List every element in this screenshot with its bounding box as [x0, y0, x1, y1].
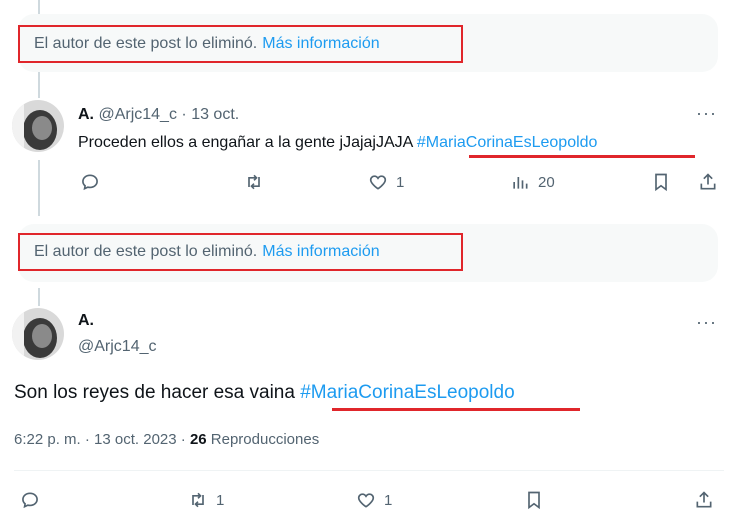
deleted-post-text: El autor de este post lo eliminó.	[34, 35, 258, 52]
thread-line	[38, 0, 40, 14]
tweet-date[interactable]: 13 oct.	[191, 106, 239, 123]
tweet-body: Son los reyes de hacer esa vaina	[14, 382, 301, 403]
deleted-post-text: El autor de este post lo eliminó.	[34, 243, 258, 260]
views-button[interactable]: 20	[510, 172, 555, 192]
repost-count: 1	[216, 491, 225, 509]
more-options-icon[interactable]: ···	[696, 103, 717, 124]
reply-icon	[82, 174, 98, 191]
hashtag-highlight	[332, 408, 580, 411]
avatar[interactable]	[12, 308, 64, 360]
views-icon	[513, 177, 528, 189]
more-options-icon[interactable]: ···	[696, 312, 717, 333]
share-icon	[696, 491, 712, 508]
share-icon	[700, 173, 716, 190]
tweet-text: Proceden ellos a engañar a la gente jJaj…	[78, 134, 597, 152]
like-button[interactable]: 1	[368, 172, 404, 192]
heart-icon	[357, 493, 375, 508]
reply-button[interactable]	[20, 490, 40, 510]
tweet-text: Son los reyes de hacer esa vaina #MariaC…	[14, 382, 515, 404]
repost-icon	[192, 492, 204, 508]
bookmark-button[interactable]	[651, 172, 671, 192]
display-name[interactable]: A.	[78, 312, 94, 330]
hashtag-link[interactable]: #MariaCorinaEsLeopoldo	[417, 134, 598, 151]
thread-line	[38, 160, 40, 216]
more-info-link[interactable]: Más información	[262, 35, 379, 53]
reply-icon	[22, 492, 38, 509]
view-count: 26	[189, 431, 207, 448]
hashtag-highlight	[469, 155, 695, 158]
share-button[interactable]	[694, 490, 714, 510]
bookmark-icon	[655, 173, 667, 192]
reply-button[interactable]	[80, 172, 100, 192]
repost-button[interactable]: 1	[188, 490, 224, 510]
bookmark-button[interactable]	[524, 490, 544, 510]
heart-icon	[369, 175, 387, 190]
repost-icon	[248, 174, 260, 190]
like-button[interactable]: 1	[356, 490, 392, 510]
handle[interactable]: @Arjc14_c	[78, 338, 157, 356]
display-name[interactable]: A.	[78, 106, 94, 123]
more-info-link[interactable]: Más información	[262, 243, 379, 261]
deleted-post-notice: El autor de este post lo eliminó. Más in…	[18, 25, 463, 63]
bookmark-icon	[528, 491, 540, 510]
tweet-meta: 6:22 p. m. · 13 oct. 2023 · 26 Reproducc…	[14, 431, 319, 448]
tweet-header: A. @Arjc14_c · 13 oct.	[78, 106, 239, 124]
separator: ·	[181, 106, 187, 123]
like-count: 1	[396, 173, 405, 191]
tweet-body: Proceden ellos a engañar a la gente jJaj…	[78, 134, 417, 151]
avatar[interactable]	[12, 100, 64, 152]
view-label: Reproducciones	[206, 431, 320, 448]
hashtag-link[interactable]: #MariaCorinaEsLeopoldo	[300, 382, 514, 403]
thread-line	[38, 288, 40, 306]
handle[interactable]: @Arjc14_c	[98, 106, 177, 123]
divider	[14, 470, 724, 471]
like-count: 1	[384, 491, 393, 509]
repost-button[interactable]	[244, 172, 264, 192]
deleted-post-notice: El autor de este post lo eliminó. Más in…	[18, 233, 463, 271]
thread-line	[38, 72, 40, 98]
views-count: 20	[538, 173, 555, 191]
tweet-timestamp[interactable]: 6:22 p. m. · 13 oct. 2023 ·	[14, 431, 190, 448]
share-button[interactable]	[698, 172, 718, 192]
